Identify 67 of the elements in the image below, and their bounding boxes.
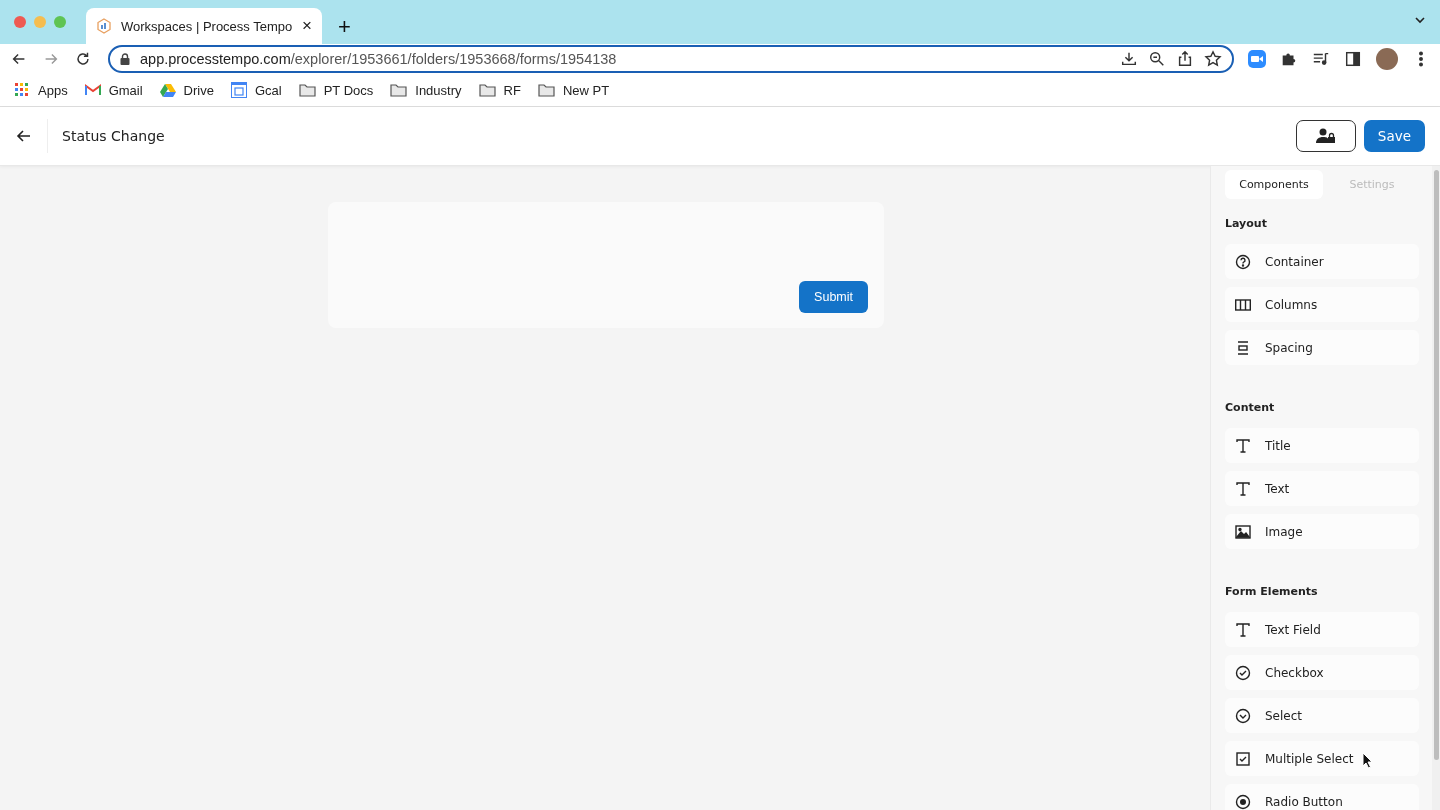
hexagon-logo-icon [96, 18, 112, 34]
scrollbar-thumb[interactable] [1433, 170, 1439, 760]
component-item[interactable]: Radio Button [1225, 784, 1419, 810]
radio-icon [1235, 793, 1251, 810]
component-item[interactable]: Text Field [1225, 612, 1419, 647]
video-camera-icon[interactable] [1248, 50, 1266, 68]
bookmark[interactable]: Gcal [230, 82, 282, 98]
bookmark[interactable]: Apps [14, 82, 68, 98]
form-title: Status Change [62, 128, 166, 144]
side-panel-icon[interactable] [1344, 50, 1362, 68]
triangle-icon [159, 83, 176, 97]
component-item[interactable]: Container [1225, 244, 1419, 279]
share-icon[interactable] [1176, 50, 1194, 68]
back-arrow-icon[interactable] [15, 128, 32, 144]
spacing-icon [1235, 339, 1251, 356]
letter-t-icon [1235, 437, 1251, 454]
star-icon[interactable] [1204, 50, 1222, 68]
folder-icon [390, 83, 408, 97]
envelope-m-icon [84, 84, 101, 96]
save-button[interactable]: Save [1363, 120, 1425, 152]
image-icon [1235, 523, 1251, 540]
component-item[interactable]: Checkbox [1225, 655, 1419, 690]
chevron-circle-icon [1235, 707, 1251, 724]
question-circle-icon [1235, 253, 1251, 270]
component-item[interactable]: Title [1225, 428, 1419, 463]
folder-icon [298, 83, 316, 97]
bookmark[interactable]: RF [478, 82, 521, 98]
columns-icon [1235, 296, 1251, 313]
component-item[interactable]: Columns [1225, 287, 1419, 322]
url-text: app.processtempo.com/explorer/1953661/folders/1953668/forms/1954138 [140, 51, 618, 67]
component-item[interactable]: Image [1225, 514, 1419, 549]
bookmark[interactable]: New PT [537, 82, 610, 98]
bookmark[interactable]: PT Docs [298, 82, 374, 98]
submit-button[interactable]: Submit [799, 281, 868, 313]
section-heading: Form Elements [1225, 585, 1319, 598]
component-item[interactable]: Spacing [1225, 330, 1419, 365]
letter-t-icon [1235, 480, 1251, 497]
section-heading: Layout [1225, 217, 1268, 230]
check-circle-icon [1235, 664, 1251, 681]
folder-icon [478, 83, 496, 97]
letter-t-icon [1235, 621, 1251, 638]
bookmark[interactable]: Gmail [84, 82, 143, 98]
bookmark[interactable]: Drive [159, 82, 214, 98]
component-item[interactable]: Multiple Select [1225, 741, 1419, 776]
section-heading: Content [1225, 401, 1276, 414]
reload-icon[interactable] [74, 50, 92, 68]
install-icon[interactable] [1120, 50, 1138, 68]
apps-grid-icon [14, 82, 30, 98]
lock-icon [120, 53, 130, 65]
avatar-circle[interactable] [1376, 48, 1398, 70]
chevron-down-icon[interactable] [1414, 14, 1426, 26]
zoom-out-icon[interactable] [1148, 50, 1166, 68]
bookmark[interactable]: Industry [390, 82, 462, 98]
panel-tab[interactable]: Components [1225, 170, 1323, 199]
browser-tab[interactable]: Workspaces | Process Tempo × [86, 8, 322, 44]
close-tab-button[interactable]: × [302, 16, 312, 36]
folder-icon [537, 83, 555, 97]
playlist-icon[interactable] [1312, 50, 1330, 68]
mouse-pointer-icon [1362, 752, 1373, 769]
check-square-icon [1235, 750, 1251, 767]
component-item[interactable]: Text [1225, 471, 1419, 506]
calendar-icon [230, 82, 247, 98]
address-bar[interactable]: app.processtempo.com/explorer/1953661/folders/1953668/forms/1954138 [108, 45, 1234, 73]
component-item[interactable]: Select [1225, 698, 1419, 733]
user-permissions-button[interactable] [1295, 120, 1356, 152]
new-tab-button[interactable]: + [338, 16, 351, 38]
user-lock-icon [1315, 128, 1336, 144]
